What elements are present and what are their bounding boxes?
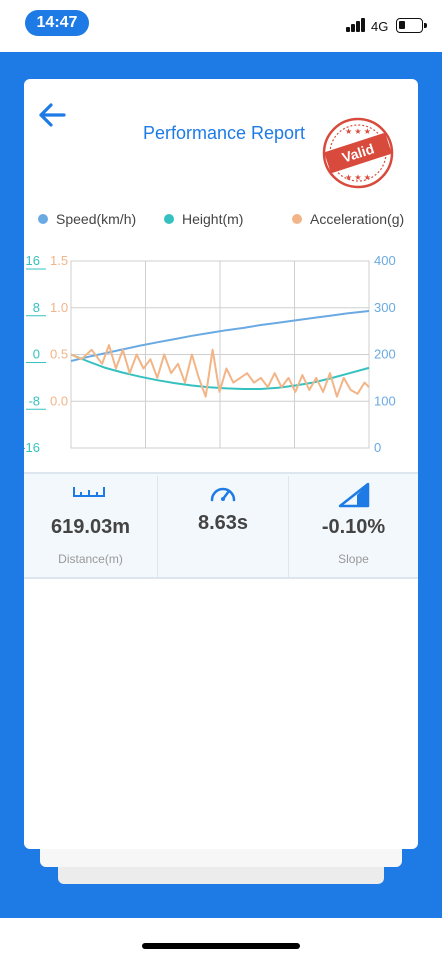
legend-dot xyxy=(292,214,302,224)
legend-dot xyxy=(164,214,174,224)
time-value: 8.63s xyxy=(197,512,249,534)
performance-chart: 16 8 0 -8 -16 1.5 1.0 0.5 0.0 400 300 200 100 0 xyxy=(24,253,396,453)
signal-icon xyxy=(346,18,368,32)
report-card: Performance Report Valid ★ ★ ★ ★ ★ ★ Spe… xyxy=(24,79,418,849)
network-label: 4G xyxy=(371,19,389,34)
slope-label: Slope xyxy=(338,552,369,566)
accel-tick-label: 0.0 xyxy=(50,393,68,408)
svg-text:★ ★ ★: ★ ★ ★ xyxy=(345,173,371,182)
speed-tick-label: 300 xyxy=(374,300,396,315)
height-tick-label: 0 xyxy=(33,347,40,362)
speedometer-icon xyxy=(210,487,236,502)
speed-tick-label: 0 xyxy=(374,440,381,453)
status-time: 14:47 xyxy=(25,10,89,36)
slope-value: -0.10% xyxy=(321,516,386,538)
distance-label: Distance(m) xyxy=(58,552,123,566)
legend-item-acceleration: Acceleration(g) xyxy=(292,211,404,227)
chart-legend: Speed(km/h) Height(m) Acceleration(g) xyxy=(24,211,418,231)
speed-tick-label: 200 xyxy=(374,347,396,362)
status-bar: 14:47 4G xyxy=(0,0,442,52)
stat-distance: 619.03m Distance(m) xyxy=(24,474,157,577)
legend-item-speed: Speed(km/h) xyxy=(38,211,136,227)
legend-dot xyxy=(38,214,48,224)
legend-item-height: Height(m) xyxy=(164,211,243,227)
slope-icon xyxy=(338,482,370,508)
accel-tick-label: 1.5 xyxy=(50,253,68,268)
stat-time: 8.63s xyxy=(158,474,288,577)
speed-tick-label: 100 xyxy=(374,393,396,408)
valid-stamp: Valid ★ ★ ★ ★ ★ ★ xyxy=(322,117,394,189)
accel-tick-label: 1.0 xyxy=(50,300,68,315)
speed-tick-label: 400 xyxy=(374,253,396,268)
distance-value: 619.03m xyxy=(51,516,130,538)
stat-slope: -0.10% Slope xyxy=(289,474,418,577)
home-indicator xyxy=(142,943,300,949)
height-tick-label: -16 xyxy=(24,440,40,453)
stats-panel: 619.03m Distance(m) 8.63s -0.10% Slope xyxy=(24,472,418,579)
ruler-icon xyxy=(73,487,105,497)
battery-icon xyxy=(396,18,427,33)
height-tick-label: 16 xyxy=(26,253,40,268)
svg-text:★ ★ ★: ★ ★ ★ xyxy=(345,127,371,136)
accel-tick-label: 0.5 xyxy=(50,347,68,362)
height-tick-label: 8 xyxy=(33,300,40,315)
height-tick-label: -8 xyxy=(28,393,40,408)
